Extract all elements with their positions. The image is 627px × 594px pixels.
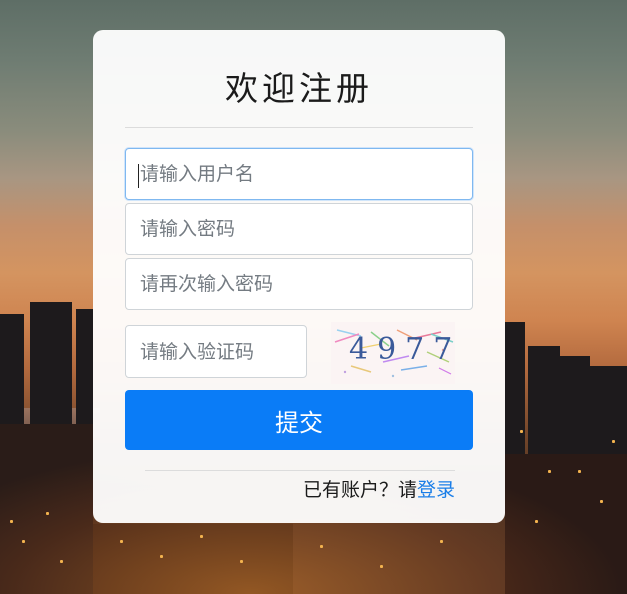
lit-window: [578, 470, 581, 473]
lit-window: [600, 500, 603, 503]
lit-window: [22, 540, 25, 543]
lit-window: [160, 555, 163, 558]
confirm-password-input[interactable]: [125, 258, 473, 310]
page-title: 欢迎注册: [225, 69, 373, 108]
have-account-text: 已有账户？请: [302, 479, 417, 501]
login-prompt: 已有账户？请登录: [303, 475, 455, 502]
captcha-input[interactable]: [125, 325, 307, 378]
lit-window: [535, 520, 538, 523]
lit-window: [612, 440, 615, 443]
lit-window: [10, 520, 13, 523]
title-divider: [125, 127, 473, 128]
lit-window: [520, 430, 523, 433]
footer-divider: [145, 470, 455, 471]
lit-window: [200, 535, 203, 538]
lit-window: [440, 540, 443, 543]
login-link[interactable]: 登录: [417, 479, 455, 501]
captcha-image[interactable]: 4977: [331, 322, 455, 384]
lit-window: [320, 545, 323, 548]
lit-window: [46, 512, 49, 515]
lit-window: [240, 560, 243, 563]
captcha-code: 4977: [349, 332, 462, 367]
text-caret: [138, 164, 139, 188]
lit-window: [380, 565, 383, 568]
username-input[interactable]: [125, 148, 473, 200]
password-input[interactable]: [125, 203, 473, 255]
lit-window: [60, 560, 63, 563]
submit-button[interactable]: 提交: [125, 390, 473, 450]
lit-window: [120, 540, 123, 543]
lit-window: [548, 470, 551, 473]
